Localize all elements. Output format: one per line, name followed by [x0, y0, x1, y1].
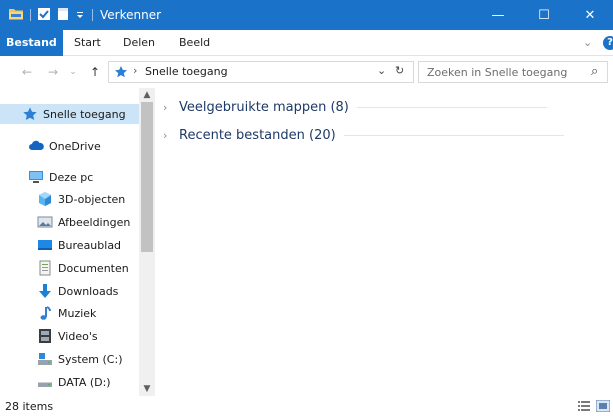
nav-item-label: OneDrive — [49, 139, 101, 153]
nav-item-afbeeldingen[interactable]: Afbeeldingen — [0, 212, 139, 232]
group-divider — [343, 134, 564, 136]
nav-item-label: Video's — [58, 329, 98, 343]
group-recent-files[interactable]: › Recente bestanden (20) — [163, 125, 603, 145]
nav-item-label: Deze pc — [49, 170, 94, 184]
status-bar: 28 items — [0, 396, 613, 416]
navigation-scrollbar[interactable]: ▲ ▼ — [139, 88, 155, 396]
chevron-right-icon[interactable]: › — [163, 101, 175, 114]
navigation-pane: Snelle toegang OneDrive Deze pc 3D-objec… — [0, 88, 155, 396]
large-icons-view-icon[interactable] — [595, 399, 611, 413]
scroll-down-arrow-icon[interactable]: ▼ — [139, 382, 155, 396]
customize-toolbar-icon[interactable] — [75, 7, 85, 21]
close-icon: ✕ — [584, 7, 596, 23]
back-button[interactable]: ← — [20, 65, 34, 79]
maximize-icon: ☐ — [538, 7, 550, 23]
address-dropdown-icon[interactable]: ⌄ — [377, 64, 386, 77]
address-row: ← → ⌄ ↑ › Snelle toegang ⌄ ↻ Zoeken in S… — [0, 57, 613, 87]
cube-icon — [37, 191, 53, 207]
forward-button[interactable]: → — [46, 65, 60, 79]
nav-item-muziek[interactable]: Muziek — [0, 303, 139, 323]
nav-item-label: Downloads — [58, 284, 119, 298]
nav-item-system-c[interactable]: System (C:) — [0, 349, 139, 369]
address-separator: › — [133, 64, 138, 77]
content-pane: › Veelgebruikte mappen (8) › Recente bes… — [155, 88, 613, 396]
nav-item-documenten[interactable]: Documenten — [0, 258, 139, 278]
group-divider — [356, 106, 547, 108]
nav-item-label: Bureaublad — [58, 238, 122, 252]
nav-item-label: Documenten — [58, 261, 129, 275]
scrollbar-thumb[interactable] — [141, 102, 153, 252]
details-view-icon[interactable] — [578, 400, 590, 412]
help-icon[interactable]: ? — [603, 36, 613, 50]
maximize-button[interactable]: ☐ — [521, 0, 567, 30]
nav-item-deze-pc[interactable]: Deze pc — [0, 167, 139, 187]
desktop-icon — [37, 237, 53, 253]
search-icon[interactable]: ⌕ — [591, 64, 598, 79]
minimize-icon: — — [491, 7, 505, 23]
nav-item-label: Afbeeldingen — [58, 215, 131, 229]
monitor-icon — [28, 169, 44, 185]
nav-item-3d-objecten[interactable]: 3D-objecten — [0, 189, 139, 209]
minimize-button[interactable]: — — [475, 0, 521, 30]
address-path[interactable]: Snelle toegang — [145, 65, 228, 78]
quick-access-toolbar — [8, 7, 24, 21]
nav-item-downloads[interactable]: Downloads — [0, 281, 139, 301]
drive-icon — [37, 374, 53, 390]
search-input[interactable]: Zoeken in Snelle toegang ⌕ — [418, 61, 608, 83]
tab-bestand[interactable]: Bestand — [0, 30, 63, 56]
window-title: Verkenner — [100, 8, 162, 22]
recent-locations-button[interactable]: ⌄ — [66, 65, 80, 79]
star-icon — [22, 106, 38, 122]
drive-icon — [37, 351, 53, 367]
nav-item-data-d[interactable]: DATA (D:) — [0, 372, 139, 392]
close-button[interactable]: ✕ — [567, 0, 613, 30]
film-icon — [37, 328, 53, 344]
music-icon — [37, 305, 53, 321]
ribbon-tabs: Bestand Start Delen Beeld ⌄ ? — [0, 30, 613, 56]
nav-item-videos[interactable]: Video's — [0, 326, 139, 346]
tab-delen[interactable]: Delen — [123, 30, 155, 56]
search-placeholder: Zoeken in Snelle toegang — [427, 66, 568, 79]
chevron-right-icon[interactable]: › — [163, 129, 175, 142]
nav-item-label: DATA (D:) — [58, 375, 111, 389]
up-button[interactable]: ↑ — [88, 65, 102, 79]
nav-item-label: System (C:) — [58, 352, 123, 366]
nav-item-label: Snelle toegang — [43, 107, 126, 121]
address-bar[interactable]: › Snelle toegang ⌄ ↻ — [108, 61, 414, 83]
group-header-label: Veelgebruikte mappen (8) — [179, 99, 349, 115]
nav-item-onedrive[interactable]: OneDrive — [0, 136, 139, 156]
tab-start[interactable]: Start — [74, 30, 101, 56]
cloud-icon — [28, 138, 44, 154]
properties-icon[interactable] — [37, 7, 51, 21]
refresh-icon[interactable]: ↻ — [395, 64, 404, 77]
tab-beeld[interactable]: Beeld — [179, 30, 210, 56]
star-icon — [114, 65, 128, 79]
new-folder-icon[interactable] — [57, 7, 69, 21]
pictures-icon — [37, 214, 53, 230]
expand-ribbon-icon[interactable]: ⌄ — [583, 30, 592, 56]
nav-item-snelle-toegang[interactable]: Snelle toegang — [0, 104, 139, 124]
scroll-up-arrow-icon[interactable]: ▲ — [139, 88, 155, 102]
group-header-label: Recente bestanden (20) — [179, 127, 336, 143]
documents-icon — [37, 260, 53, 276]
nav-item-label: 3D-objecten — [58, 192, 126, 206]
folder-icon[interactable] — [8, 7, 24, 21]
group-frequent-folders[interactable]: › Veelgebruikte mappen (8) — [163, 97, 603, 117]
title-bar: Verkenner — ☐ ✕ — [0, 0, 613, 30]
download-icon — [37, 283, 53, 299]
nav-item-bureaublad[interactable]: Bureaublad — [0, 235, 139, 255]
item-count: 28 items — [5, 400, 54, 413]
nav-item-label: Muziek — [58, 306, 97, 320]
